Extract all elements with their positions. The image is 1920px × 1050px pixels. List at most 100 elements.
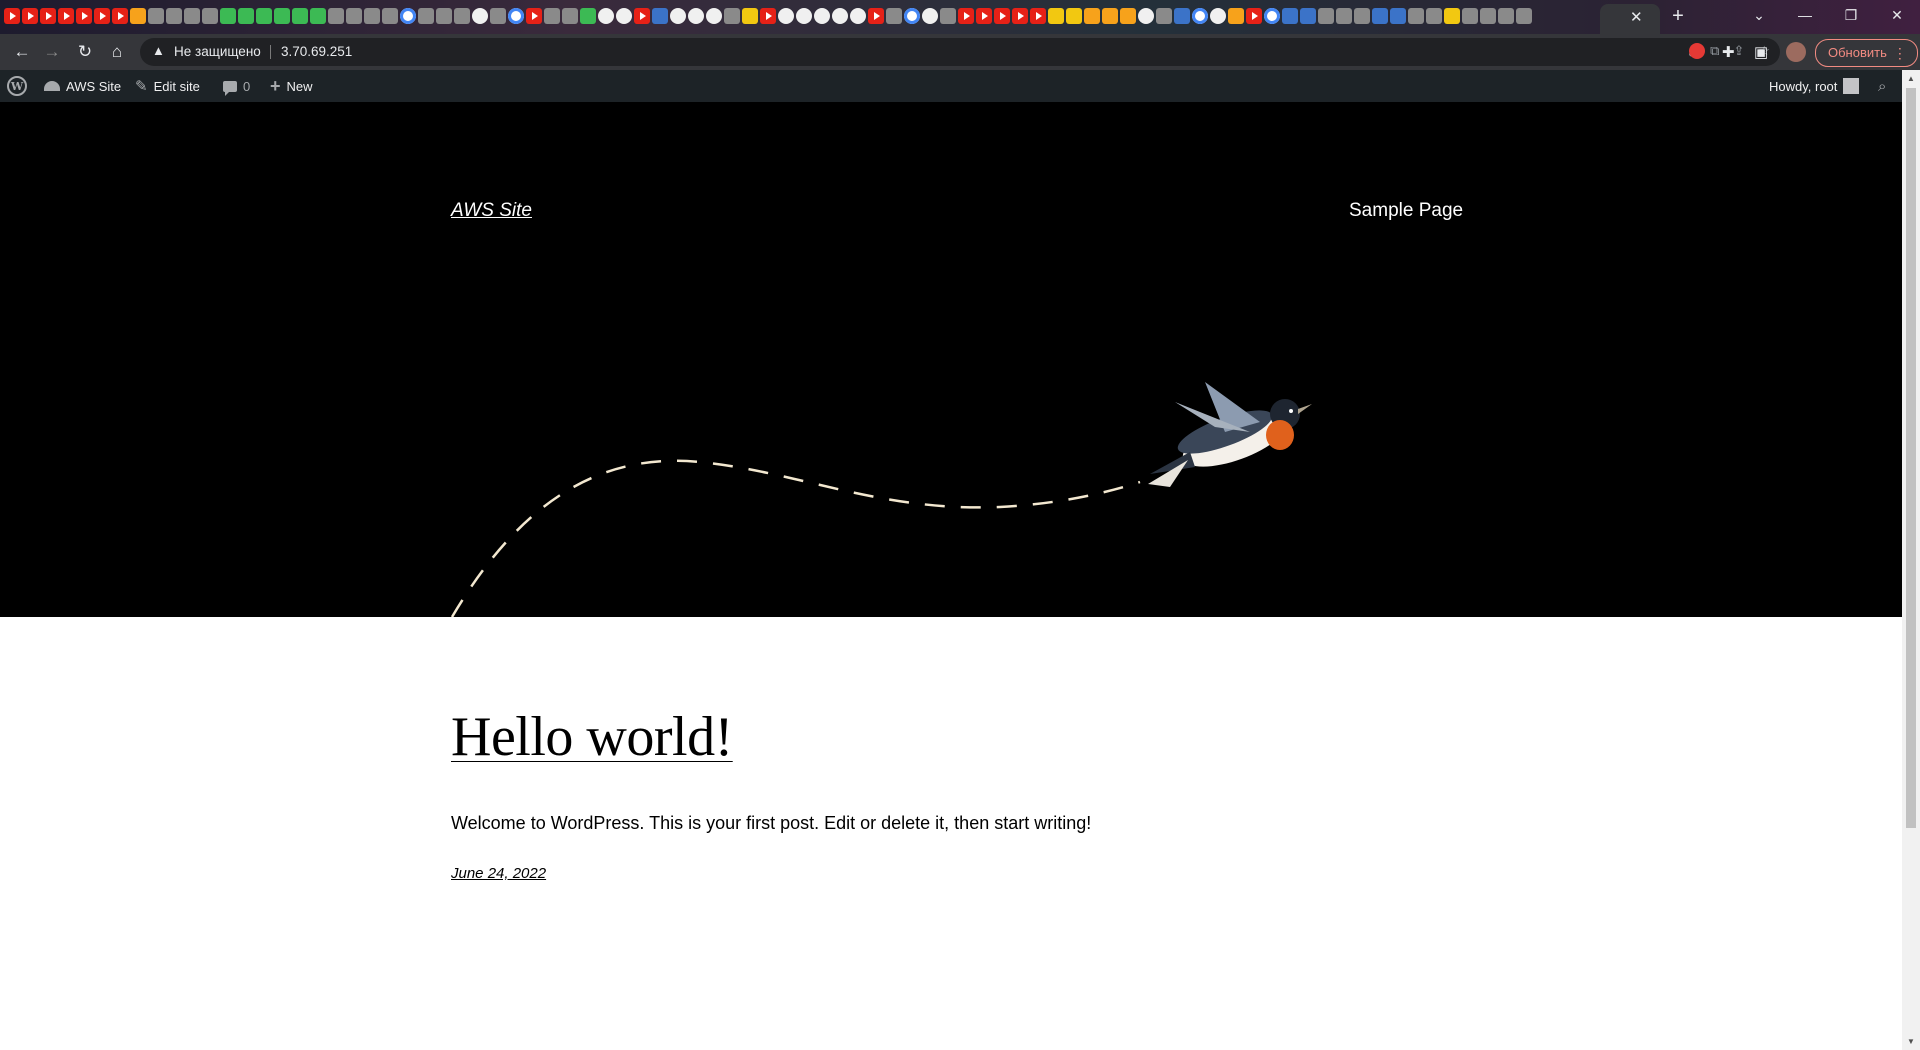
youtube-tab-icon[interactable] <box>634 8 650 24</box>
github-tab-icon[interactable] <box>616 8 632 24</box>
tab-icon[interactable] <box>418 8 434 24</box>
pinned-tabs[interactable] <box>4 8 1532 26</box>
youtube-tab-icon[interactable] <box>112 8 128 24</box>
reload-icon[interactable]: ↻ <box>73 40 97 64</box>
youtube-tab-icon[interactable] <box>976 8 992 24</box>
scroll-up-arrow-icon[interactable]: ▲ <box>1907 74 1915 83</box>
admin-search[interactable]: ⌕ <box>1878 70 1886 102</box>
tab-icon[interactable] <box>220 8 236 24</box>
share-icon[interactable]: ⇪ <box>1733 43 1744 59</box>
comments-link[interactable]: 0 <box>223 70 250 102</box>
tab-icon[interactable] <box>742 8 758 24</box>
github-tab-icon[interactable] <box>850 8 866 24</box>
tab-icon[interactable] <box>652 8 668 24</box>
tab-icon[interactable] <box>1390 8 1406 24</box>
tab-icon[interactable] <box>1354 8 1370 24</box>
youtube-tab-icon[interactable] <box>760 8 776 24</box>
tab-icon[interactable] <box>1156 8 1172 24</box>
post-title-link[interactable]: Hello world! <box>451 705 733 769</box>
home-icon[interactable]: ⌂ <box>105 40 129 64</box>
github-tab-icon[interactable] <box>472 8 488 24</box>
tab-icon[interactable] <box>1516 8 1532 24</box>
github-tab-icon[interactable] <box>814 8 830 24</box>
tab-icon[interactable] <box>256 8 272 24</box>
tab-icon[interactable] <box>382 8 398 24</box>
extension-red-icon[interactable] <box>1689 43 1705 63</box>
google-tab-icon[interactable] <box>400 8 416 24</box>
github-tab-icon[interactable] <box>688 8 704 24</box>
google-tab-icon[interactable] <box>904 8 920 24</box>
tab-icon[interactable] <box>436 8 452 24</box>
post-date-link[interactable]: June 24, 2022 <box>451 865 546 882</box>
youtube-tab-icon[interactable] <box>1030 8 1046 24</box>
tab-icon[interactable] <box>1300 8 1316 24</box>
wp-logo-menu[interactable]: W <box>7 70 27 102</box>
youtube-tab-icon[interactable] <box>526 8 542 24</box>
tab-icon[interactable] <box>1228 8 1244 24</box>
address-bar[interactable]: ▲ Не защищено 3.70.69.251 ⚷ ⧉ ⇪ ☆ <box>140 38 1780 66</box>
tab-icon[interactable] <box>238 8 254 24</box>
tab-icon[interactable] <box>310 8 326 24</box>
scroll-down-arrow-icon[interactable]: ▼ <box>1907 1037 1915 1046</box>
github-tab-icon[interactable] <box>922 8 938 24</box>
forward-arrow-icon[interactable]: → <box>40 40 64 64</box>
site-name-menu[interactable]: AWS Site <box>44 70 121 102</box>
youtube-tab-icon[interactable] <box>4 8 20 24</box>
tab-icon[interactable] <box>1282 8 1298 24</box>
tab-icon[interactable] <box>1174 8 1190 24</box>
tab-icon[interactable] <box>1102 8 1118 24</box>
tab-icon[interactable] <box>1480 8 1496 24</box>
tab-icon[interactable] <box>328 8 344 24</box>
scrollbar-thumb[interactable] <box>1906 88 1916 828</box>
youtube-tab-icon[interactable] <box>958 8 974 24</box>
security-label[interactable]: Не защищено <box>174 44 261 59</box>
update-button[interactable]: Обновить ⋮ <box>1815 39 1918 67</box>
warning-icon[interactable]: ▲ <box>152 43 165 58</box>
new-content-menu[interactable]: + New <box>270 70 313 102</box>
youtube-tab-icon[interactable] <box>76 8 92 24</box>
tab-icon[interactable] <box>1426 8 1442 24</box>
tab-icon[interactable] <box>454 8 470 24</box>
tab-icon[interactable] <box>1408 8 1424 24</box>
tab-icon[interactable] <box>544 8 560 24</box>
tab-icon[interactable] <box>1336 8 1352 24</box>
github-tab-icon[interactable] <box>832 8 848 24</box>
tab-icon[interactable] <box>1048 8 1064 24</box>
github-tab-icon[interactable] <box>796 8 812 24</box>
page-scrollbar[interactable]: ▲ ▼ <box>1902 70 1920 1050</box>
tab-icon[interactable] <box>490 8 506 24</box>
site-title-link[interactable]: AWS Site <box>451 200 532 222</box>
google-tab-icon[interactable] <box>508 8 524 24</box>
github-tab-icon[interactable] <box>706 8 722 24</box>
side-panel-icon[interactable]: ▣ <box>1754 43 1768 61</box>
tab-icon[interactable] <box>886 8 902 24</box>
tab-icon[interactable] <box>202 8 218 24</box>
tab-icon[interactable] <box>940 8 956 24</box>
more-vert-icon[interactable]: ⋮ <box>1893 40 1907 66</box>
url-text[interactable]: 3.70.69.251 <box>281 44 352 59</box>
my-account-menu[interactable]: Howdy, root <box>1769 70 1860 102</box>
github-tab-icon[interactable] <box>598 8 614 24</box>
tab-close-icon[interactable]: ✕ <box>1630 8 1643 26</box>
tab-icon[interactable] <box>1498 8 1514 24</box>
youtube-tab-icon[interactable] <box>1246 8 1262 24</box>
youtube-tab-icon[interactable] <box>94 8 110 24</box>
tab-icon[interactable] <box>184 8 200 24</box>
youtube-tab-icon[interactable] <box>1012 8 1028 24</box>
youtube-tab-icon[interactable] <box>868 8 884 24</box>
tab-icon[interactable] <box>1084 8 1100 24</box>
soundcloud-tab-icon[interactable] <box>130 8 146 24</box>
new-tab-button[interactable]: + <box>1666 5 1690 28</box>
tab-icon[interactable] <box>148 8 164 24</box>
github-tab-icon[interactable] <box>670 8 686 24</box>
tab-icon[interactable] <box>1372 8 1388 24</box>
tab-icon[interactable] <box>562 8 578 24</box>
google-tab-icon[interactable] <box>1192 8 1208 24</box>
youtube-tab-icon[interactable] <box>994 8 1010 24</box>
translate-icon[interactable]: ⧉ <box>1710 43 1719 59</box>
tab-icon[interactable] <box>1318 8 1334 24</box>
puzzle-extensions-icon[interactable]: ✚ <box>1722 43 1735 61</box>
profile-avatar[interactable] <box>1786 42 1806 62</box>
google-tab-icon[interactable] <box>1264 8 1280 24</box>
youtube-tab-icon[interactable] <box>40 8 56 24</box>
